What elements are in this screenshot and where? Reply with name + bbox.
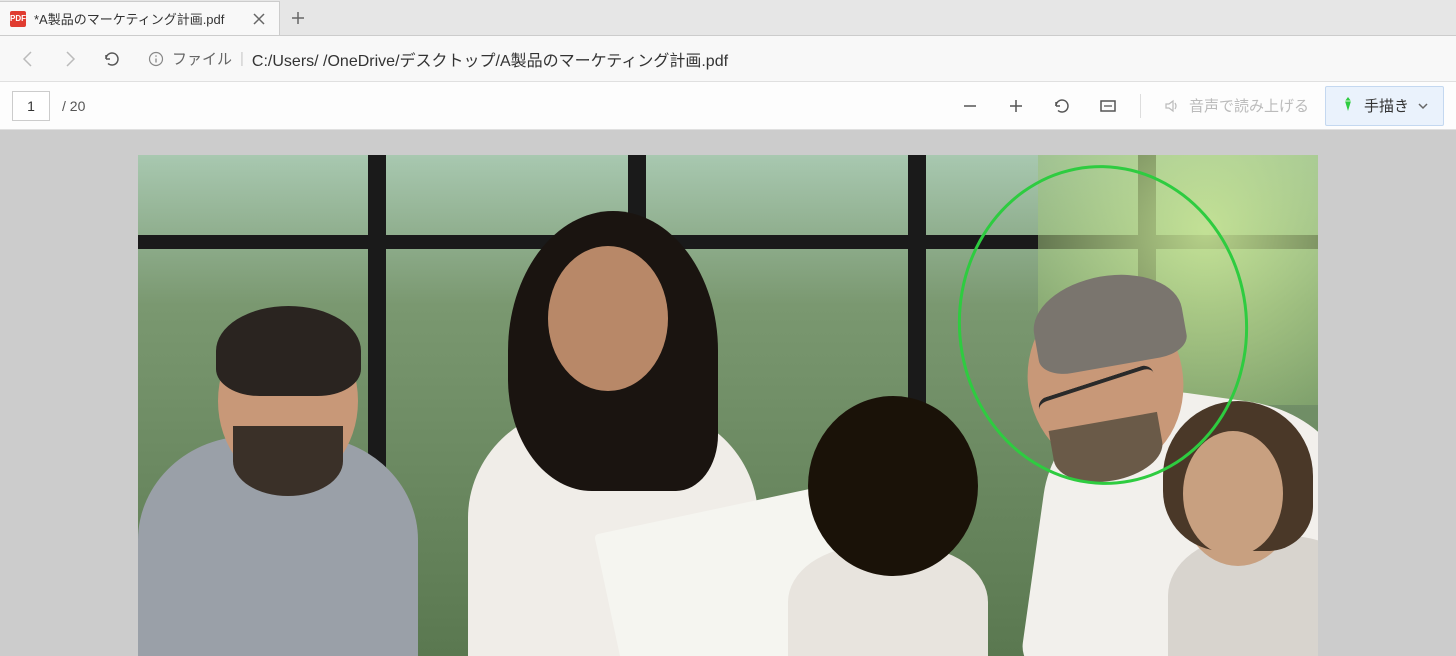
new-tab-button[interactable] — [280, 1, 316, 35]
page-number-input[interactable] — [12, 91, 50, 121]
tab-title: *A製品のマーケティング計画.pdf — [34, 9, 241, 28]
info-icon — [148, 51, 164, 67]
nav-bar: ファイル | C:/Users/ /OneDrive/デスクトップ/A製品のマー… — [0, 36, 1456, 82]
forward-button[interactable] — [52, 41, 88, 77]
pdf-viewport[interactable] — [0, 130, 1456, 656]
rotate-button[interactable] — [1042, 86, 1082, 126]
zoom-in-button[interactable] — [996, 86, 1036, 126]
address-bar[interactable]: ファイル | C:/Users/ /OneDrive/デスクトップ/A製品のマー… — [136, 42, 1446, 76]
pdf-page[interactable] — [138, 155, 1318, 656]
fit-page-button[interactable] — [1088, 86, 1128, 126]
pdf-toolbar: / 20 音声で読み上げる 手描き — [0, 82, 1456, 130]
speaker-icon — [1163, 97, 1181, 115]
address-path: C:/Users/ /OneDrive/デスクトップ/A製品のマーケティング計画… — [252, 47, 728, 71]
browser-tab[interactable]: PDF *A製品のマーケティング計画.pdf — [0, 1, 280, 35]
read-aloud-button[interactable]: 音声で読み上げる — [1153, 95, 1319, 116]
pdf-page-image — [138, 155, 1318, 656]
page-total-label: / 20 — [62, 98, 85, 114]
draw-label: 手描き — [1364, 95, 1409, 116]
close-tab-button[interactable] — [249, 9, 269, 29]
chevron-down-icon — [1417, 100, 1429, 112]
address-source-label: ファイル — [172, 48, 232, 69]
pdf-file-icon: PDF — [10, 11, 26, 27]
back-button[interactable] — [10, 41, 46, 77]
zoom-out-button[interactable] — [950, 86, 990, 126]
pen-icon — [1340, 95, 1356, 117]
draw-button[interactable]: 手描き — [1325, 86, 1444, 126]
refresh-button[interactable] — [94, 41, 130, 77]
toolbar-divider — [1140, 94, 1141, 118]
read-aloud-label: 音声で読み上げる — [1189, 95, 1309, 116]
address-separator: | — [240, 50, 244, 67]
tab-bar: PDF *A製品のマーケティング計画.pdf — [0, 0, 1456, 36]
